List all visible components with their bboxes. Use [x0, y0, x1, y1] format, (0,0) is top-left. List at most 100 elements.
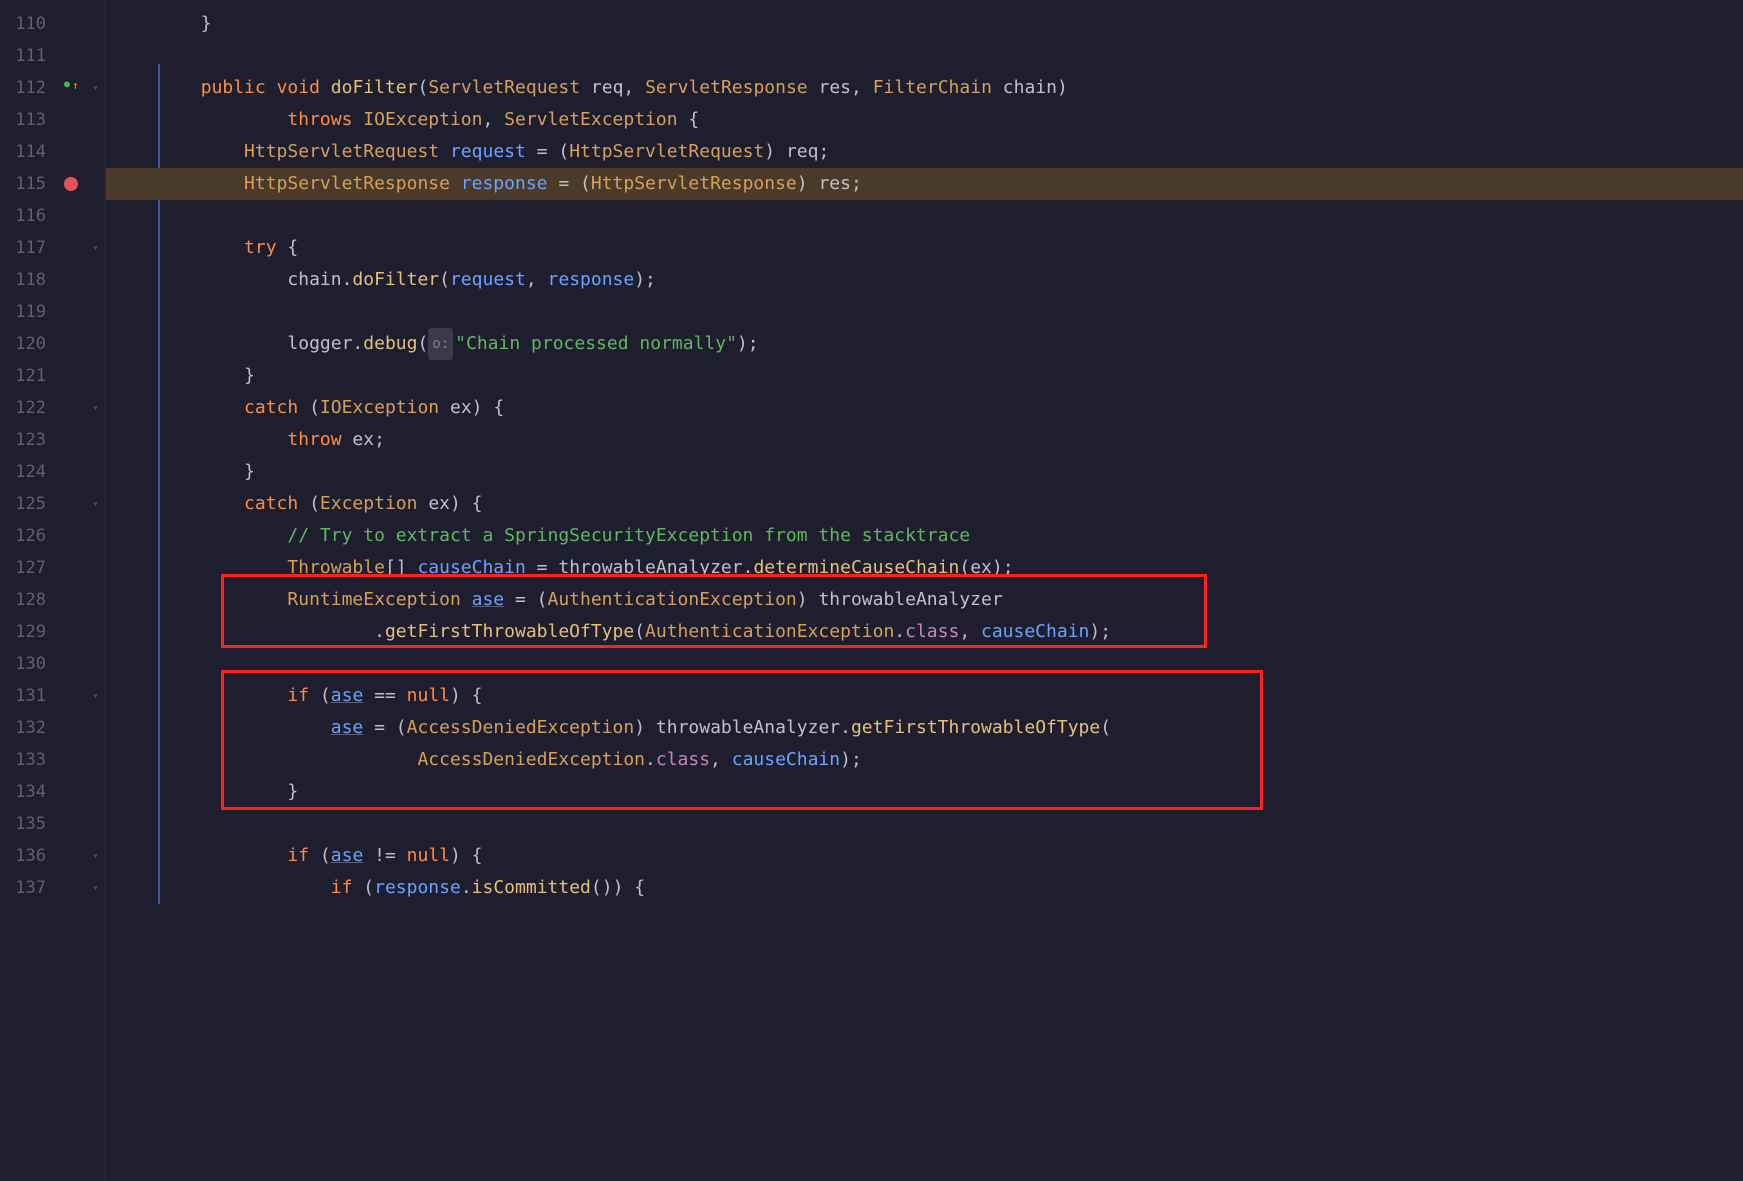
line-number[interactable]: 137 — [0, 872, 56, 904]
line-number[interactable]: 129 — [0, 616, 56, 648]
fold-toggle[interactable] — [86, 328, 105, 360]
gutter-slot[interactable] — [56, 360, 86, 392]
gutter-slot[interactable] — [56, 776, 86, 808]
code-line-current[interactable]: HttpServletResponse response = (HttpServ… — [106, 168, 1743, 200]
code-line[interactable]: logger.debug(o:"Chain processed normally… — [106, 328, 1743, 360]
fold-toggle[interactable]: ▾ — [86, 392, 105, 424]
code-line[interactable]: throws IOException, ServletException { — [106, 104, 1743, 136]
line-number[interactable]: 110 — [0, 8, 56, 40]
code-line[interactable]: catch (Exception ex) { — [106, 488, 1743, 520]
line-number[interactable]: 124 — [0, 456, 56, 488]
fold-toggle[interactable] — [86, 264, 105, 296]
fold-toggle[interactable] — [86, 104, 105, 136]
code-line[interactable]: AccessDeniedException.class, causeChain)… — [106, 744, 1743, 776]
gutter-slot[interactable] — [56, 72, 86, 104]
fold-toggle[interactable]: ▾ — [86, 872, 105, 904]
code-line[interactable]: } — [106, 8, 1743, 40]
fold-toggle[interactable] — [86, 648, 105, 680]
fold-toggle[interactable]: ▾ — [86, 72, 105, 104]
gutter-slot[interactable] — [56, 104, 86, 136]
line-number[interactable]: 116 — [0, 200, 56, 232]
fold-toggle[interactable] — [86, 712, 105, 744]
code-line[interactable]: // Try to extract a SpringSecurityExcept… — [106, 520, 1743, 552]
gutter-slot[interactable] — [56, 424, 86, 456]
gutter-slot[interactable] — [56, 680, 86, 712]
gutter-slot[interactable] — [56, 584, 86, 616]
override-icon[interactable] — [64, 81, 78, 95]
line-number[interactable]: 113 — [0, 104, 56, 136]
code-line[interactable] — [106, 808, 1743, 840]
gutter-slot[interactable] — [56, 520, 86, 552]
fold-toggle[interactable] — [86, 552, 105, 584]
gutter-slot[interactable] — [56, 744, 86, 776]
line-number[interactable]: 128 — [0, 584, 56, 616]
gutter-slot[interactable] — [56, 616, 86, 648]
code-line[interactable]: } — [106, 776, 1743, 808]
gutter-slot[interactable] — [56, 456, 86, 488]
gutter-slot[interactable] — [56, 40, 86, 72]
line-number[interactable]: 117 — [0, 232, 56, 264]
line-number[interactable]: 131 — [0, 680, 56, 712]
line-number[interactable]: 130 — [0, 648, 56, 680]
code-line[interactable]: throw ex; — [106, 424, 1743, 456]
code-line[interactable] — [106, 40, 1743, 72]
line-number[interactable]: 136 — [0, 840, 56, 872]
fold-toggle[interactable] — [86, 808, 105, 840]
line-number[interactable]: 122 — [0, 392, 56, 424]
line-number[interactable]: 127 — [0, 552, 56, 584]
gutter-slot[interactable] — [56, 552, 86, 584]
gutter-slot[interactable] — [56, 488, 86, 520]
fold-toggle[interactable] — [86, 168, 105, 200]
gutter-slot[interactable] — [56, 200, 86, 232]
code-line[interactable]: .getFirstThrowableOfType(AuthenticationE… — [106, 616, 1743, 648]
fold-toggle[interactable] — [86, 616, 105, 648]
gutter-slot[interactable] — [56, 840, 86, 872]
gutter-slot[interactable] — [56, 328, 86, 360]
code-line[interactable]: if (response.isCommitted()) { — [106, 872, 1743, 904]
code-line[interactable]: HttpServletRequest request = (HttpServle… — [106, 136, 1743, 168]
fold-toggle[interactable] — [86, 584, 105, 616]
line-number[interactable]: 134 — [0, 776, 56, 808]
breakpoint-icon[interactable] — [64, 177, 78, 191]
code-line[interactable] — [106, 200, 1743, 232]
gutter-slot[interactable] — [56, 264, 86, 296]
fold-toggle[interactable]: ▾ — [86, 488, 105, 520]
gutter-slot[interactable] — [56, 808, 86, 840]
line-number[interactable]: 121 — [0, 360, 56, 392]
gutter-slot[interactable] — [56, 232, 86, 264]
line-number[interactable]: 126 — [0, 520, 56, 552]
fold-toggle[interactable] — [86, 424, 105, 456]
fold-toggle[interactable]: ▾ — [86, 680, 105, 712]
code-line[interactable] — [106, 648, 1743, 680]
code-line[interactable]: } — [106, 360, 1743, 392]
line-number[interactable]: 111 — [0, 40, 56, 72]
fold-toggle[interactable] — [86, 136, 105, 168]
gutter-slot[interactable] — [56, 392, 86, 424]
fold-toggle[interactable]: ▾ — [86, 232, 105, 264]
code-content[interactable]: } public void doFilter(ServletRequest re… — [106, 0, 1743, 1181]
line-number[interactable]: 133 — [0, 744, 56, 776]
line-number[interactable]: 114 — [0, 136, 56, 168]
gutter-slot[interactable] — [56, 8, 86, 40]
gutter-slot[interactable] — [56, 648, 86, 680]
gutter-slot[interactable] — [56, 872, 86, 904]
code-line[interactable]: public void doFilter(ServletRequest req,… — [106, 72, 1743, 104]
line-number[interactable]: 120 — [0, 328, 56, 360]
code-line[interactable]: RuntimeException ase = (AuthenticationEx… — [106, 584, 1743, 616]
line-number[interactable]: 118 — [0, 264, 56, 296]
code-line[interactable] — [106, 296, 1743, 328]
gutter-slot[interactable] — [56, 296, 86, 328]
fold-toggle[interactable] — [86, 520, 105, 552]
code-line[interactable]: catch (IOException ex) { — [106, 392, 1743, 424]
line-number[interactable]: 119 — [0, 296, 56, 328]
fold-toggle[interactable] — [86, 296, 105, 328]
gutter-slot[interactable] — [56, 168, 86, 200]
fold-toggle[interactable] — [86, 200, 105, 232]
code-line[interactable]: if (ase == null) { — [106, 680, 1743, 712]
code-line[interactable]: try { — [106, 232, 1743, 264]
code-line[interactable]: if (ase != null) { — [106, 840, 1743, 872]
gutter-slot[interactable] — [56, 712, 86, 744]
fold-toggle[interactable] — [86, 360, 105, 392]
fold-toggle[interactable] — [86, 744, 105, 776]
fold-toggle[interactable]: ▾ — [86, 840, 105, 872]
